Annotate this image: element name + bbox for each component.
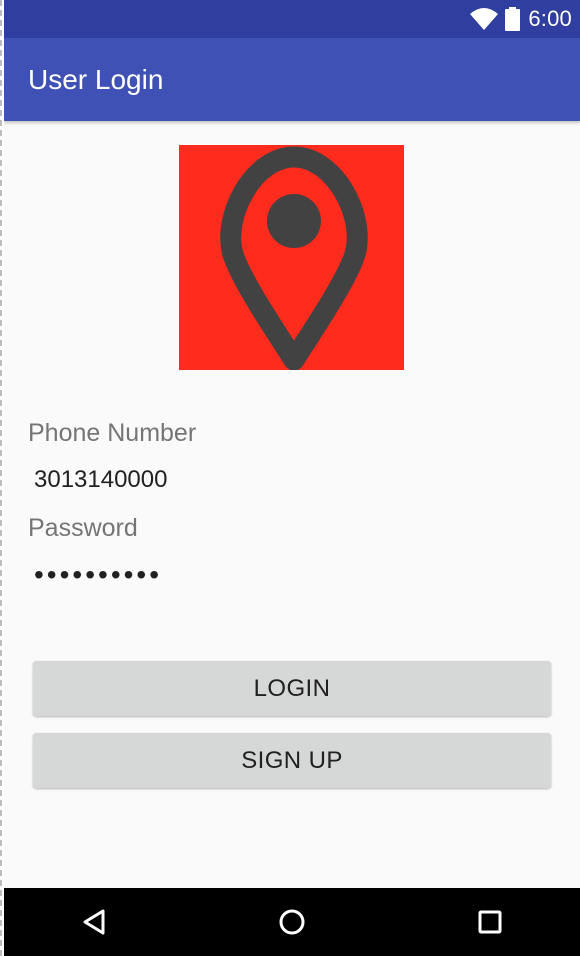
navigation-bar <box>4 888 580 956</box>
app-logo <box>179 145 404 370</box>
back-icon <box>83 909 105 935</box>
home-icon <box>279 909 305 935</box>
password-label: Password <box>28 514 138 542</box>
password-field[interactable] <box>28 555 554 595</box>
recents-icon <box>478 910 502 934</box>
status-bar: 6:00 <box>4 0 580 38</box>
battery-icon <box>505 7 521 31</box>
login-button[interactable]: LOGIN <box>33 661 551 716</box>
phone-screen: 6:00 User Login Phone Number Password LO… <box>4 0 580 956</box>
left-guide-line <box>0 0 2 956</box>
status-time: 6:00 <box>528 6 572 31</box>
app-bar: User Login <box>4 38 580 121</box>
sign-up-button[interactable]: SIGN UP <box>33 733 551 788</box>
phone-number-field[interactable] <box>28 460 554 500</box>
back-button[interactable] <box>56 888 132 956</box>
app-title: User Login <box>28 64 164 95</box>
phone-number-label: Phone Number <box>28 419 197 447</box>
home-button[interactable] <box>254 888 330 956</box>
location-pin-icon <box>220 146 368 370</box>
recents-button[interactable] <box>452 888 528 956</box>
status-icons: 6:00 <box>469 0 572 38</box>
wifi-icon <box>470 8 499 30</box>
